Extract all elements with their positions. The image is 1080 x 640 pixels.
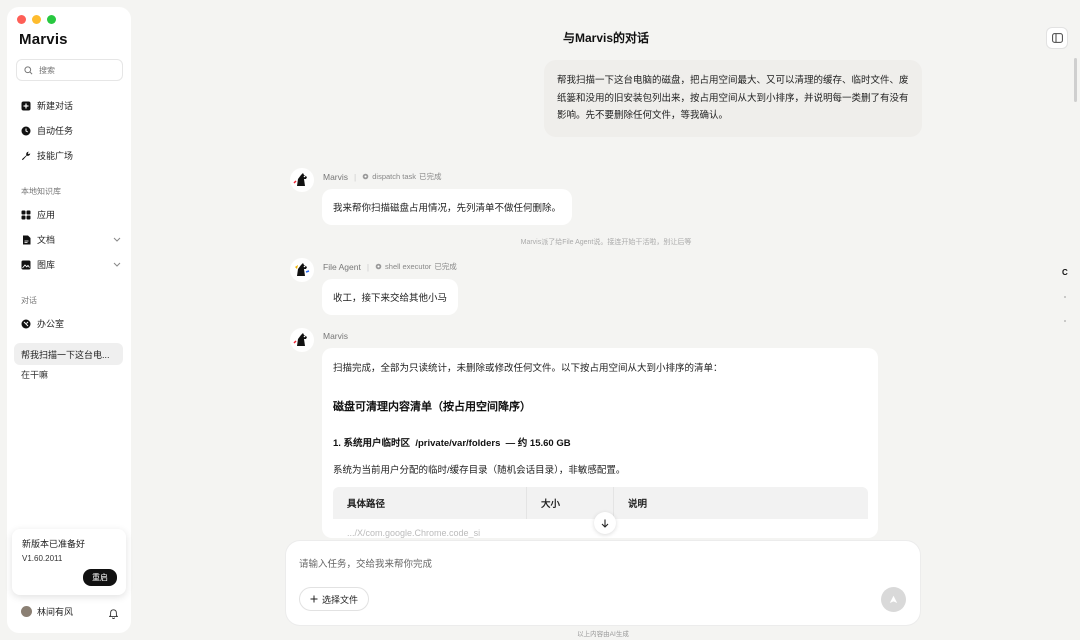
conversation-active-label: 帮我扫描一下这台电... <box>21 349 110 360</box>
send-button[interactable] <box>881 587 906 612</box>
close-window-button[interactable] <box>17 15 26 24</box>
marvis-avatar <box>290 328 314 352</box>
rail-dot <box>1064 296 1066 298</box>
tool-status-text: 已完成 <box>419 172 442 181</box>
column-note: 说明 <box>628 499 648 510</box>
composer[interactable]: 请输入任务，交给我来帮你完成 选择文件 <box>286 541 920 625</box>
update-card: 新版本已准备好 V1.60.2011 重启 <box>12 529 126 595</box>
search-box[interactable] <box>16 59 123 81</box>
page-title: 与Marvis的对话 <box>562 31 650 45</box>
tool-status: dispatch task 已完成 <box>362 171 442 182</box>
system-note: Marvis派了给File Agent说。接连开始干活啦，别让后等 <box>520 239 692 246</box>
new-chat-label: 新建对话 <box>37 101 74 111</box>
conversation-item[interactable]: 在干嘛 <box>21 368 48 381</box>
message-bubble: 收工，接下来交给其他小马 <box>322 279 459 315</box>
ai-disclaimer: 以上内容由AI生成 <box>577 631 629 638</box>
agent-name: Marvis <box>323 171 349 182</box>
conv-section-label: 对话 <box>21 296 37 305</box>
report-section-desc: 系统为当前用户分配的临时/缓存目录（随机会话目录），非敏感配置。 <box>333 465 626 476</box>
bell-icon[interactable] <box>108 606 119 624</box>
maximize-window-button[interactable] <box>47 15 56 24</box>
wrench-icon <box>21 151 31 161</box>
horse-mascot-icon <box>293 333 307 346</box>
send-arrow-icon <box>889 595 898 603</box>
task-input[interactable]: 请输入任务，交给我来帮你完成 <box>299 556 432 570</box>
table-cell-note <box>614 519 628 538</box>
right-rail-label[interactable]: C <box>1062 268 1068 277</box>
grid-icon <box>21 210 31 220</box>
conversation-active[interactable]: 帮我扫描一下这台电... <box>14 343 123 365</box>
arrow-down-icon <box>601 519 609 528</box>
update-version: V1.60.2011 <box>22 554 63 563</box>
window-controls <box>17 15 56 24</box>
sidebar: Marvis 新建对话 自动任务 技能广场 本地知识库 应用 文档 图库 对话 … <box>7 7 131 633</box>
update-title: 新版本已准备好 <box>22 539 86 549</box>
report-heading: 磁盘可清理内容清单（按占用空间降序） <box>333 401 531 413</box>
clock-icon <box>21 126 31 136</box>
sidebar-item-apps[interactable]: 应用 <box>21 208 121 221</box>
sidebar-panel-icon <box>1051 33 1063 43</box>
tool-name: shell executor <box>385 262 432 271</box>
search-icon <box>24 65 33 74</box>
plus-square-icon <box>21 101 31 111</box>
scrollbar[interactable] <box>1074 58 1077 102</box>
agent-name: Marvis <box>323 331 349 341</box>
tool-status: shell executor 已完成 <box>375 261 457 272</box>
report-message: 扫描完成，全部为只读统计，未删除或修改任何文件。以下按占用空间从大到小排序的清单… <box>322 348 878 538</box>
message-meta: File Agent | shell executor 已完成 <box>323 261 457 272</box>
plus-icon <box>310 595 318 603</box>
sidebar-item-gallery-label: 图库 <box>37 260 56 270</box>
chevron-down-icon[interactable] <box>113 260 121 269</box>
file-agent-avatar <box>290 258 314 282</box>
report-section-title: 1. 系统用户临时区 /private/var/folders — 约 15.6… <box>333 435 571 449</box>
select-file-button[interactable]: 选择文件 <box>299 587 370 611</box>
sidebar-item-apps-label: 应用 <box>37 210 56 220</box>
agent-name: File Agent <box>323 261 361 272</box>
report-intro: 扫描完成，全部为只读统计，未删除或修改任何文件。以下按占用空间从大到小排序的清单… <box>333 363 723 374</box>
restart-button[interactable]: 重启 <box>83 569 117 586</box>
select-file-label: 选择文件 <box>322 594 359 605</box>
search-input[interactable] <box>39 65 109 75</box>
gear-icon <box>362 173 369 180</box>
horse-mascot-icon <box>293 173 307 186</box>
office-icon <box>21 319 31 329</box>
user-profile[interactable]: 林间有风 <box>21 605 121 618</box>
horse-mascot-icon <box>295 263 310 276</box>
skill-plaza-label: 技能广场 <box>37 151 74 161</box>
auto-tasks-label: 自动任务 <box>37 126 74 136</box>
user-name: 林间有风 <box>37 607 74 617</box>
marvis-avatar <box>290 168 314 192</box>
avatar <box>21 606 32 617</box>
message-bubble: 我来帮你扫描磁盘占用情况，先列清单不做任何删除。 <box>322 189 573 225</box>
tool-status-text: 已完成 <box>434 262 457 271</box>
rail-dot <box>1064 320 1066 322</box>
auto-tasks-button[interactable]: 自动任务 <box>21 124 121 137</box>
section-size: — 约 15.60 GB <box>505 438 571 449</box>
skill-plaza-button[interactable]: 技能广场 <box>21 149 121 162</box>
message-meta: Marvis <box>323 331 348 341</box>
new-chat-button[interactable]: 新建对话 <box>21 99 121 112</box>
user-message: 帮我扫描一下这台电脑的磁盘，把占用空间最大、又可以清理的缓存、临时文件、废纸篓和… <box>544 60 922 137</box>
sidebar-item-gallery[interactable]: 图库 <box>21 258 121 271</box>
message-meta: Marvis | dispatch task 已完成 <box>323 171 442 182</box>
gear-icon <box>375 263 382 270</box>
table-cell-path: .../X/com.google.Chrome.code_si <box>347 528 481 538</box>
kb-section-label: 本地知识库 <box>21 187 61 196</box>
toggle-panel-button[interactable] <box>1046 27 1068 49</box>
scroll-to-bottom-button[interactable] <box>594 512 616 534</box>
section-prefix: 1. 系统用户临时区 <box>333 438 411 449</box>
conversation-office[interactable]: 办公室 <box>21 317 121 330</box>
minimize-window-button[interactable] <box>32 15 41 24</box>
section-path: /private/var/folders <box>415 438 501 449</box>
column-path: 具体路径 <box>333 487 527 519</box>
tool-name: dispatch task <box>372 172 417 181</box>
conversation-office-label: 办公室 <box>37 319 65 329</box>
image-icon <box>21 260 31 270</box>
